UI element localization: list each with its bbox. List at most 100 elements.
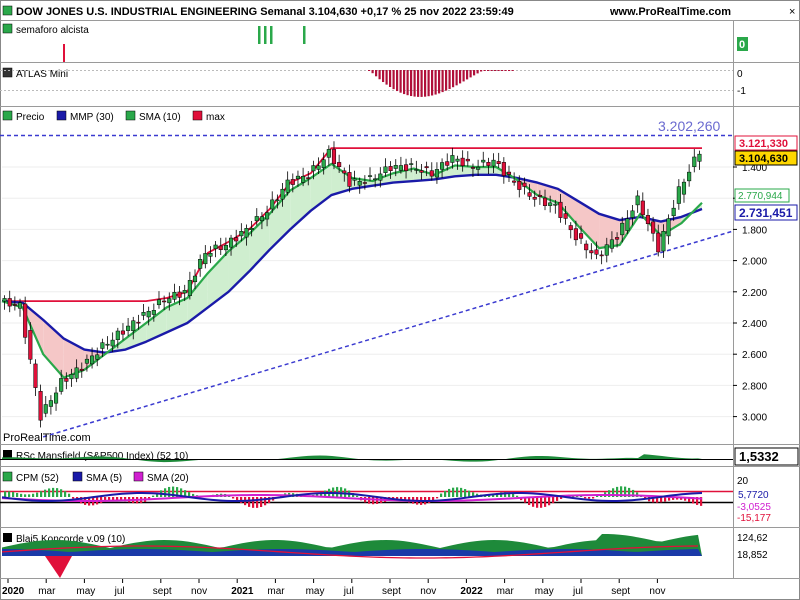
- atlas-bar: [441, 70, 444, 93]
- candle: [295, 175, 301, 180]
- price-y-tick: 2.800: [742, 381, 767, 392]
- candle: [496, 161, 501, 165]
- legend-precio[interactable]: Precio: [16, 112, 45, 123]
- candle: [609, 239, 614, 249]
- price-y-tick: 1.800: [742, 225, 767, 236]
- candle: [445, 161, 450, 166]
- candle: [573, 228, 578, 241]
- atlas-bar: [483, 70, 486, 71]
- candle: [141, 312, 146, 316]
- semaforo-bar-red: [63, 44, 65, 62]
- cpm-sma5-value: 5,7720: [738, 490, 769, 501]
- candle: [2, 298, 7, 302]
- atlas-bar: [406, 70, 409, 96]
- candle: [563, 213, 568, 219]
- cpm-bar: [664, 497, 667, 502]
- cpm-bar: [28, 494, 31, 497]
- atlas-bar: [445, 70, 448, 91]
- legend-max[interactable]: max: [206, 112, 225, 123]
- candle: [671, 207, 676, 217]
- candle: [604, 244, 609, 256]
- candle: [84, 358, 89, 364]
- candle: [53, 392, 59, 404]
- candle: [100, 342, 105, 349]
- candle: [203, 253, 208, 265]
- window-close-icon[interactable]: ×: [789, 6, 795, 18]
- atlas-bar: [378, 70, 381, 80]
- legend-mmp[interactable]: MMP (30): [70, 112, 114, 123]
- candle: [17, 302, 23, 309]
- atlas-bar: [368, 70, 371, 71]
- atlas-bar: [448, 70, 451, 89]
- candle: [182, 290, 187, 294]
- cpm-bar: [548, 497, 551, 506]
- candle: [548, 202, 553, 206]
- atlas-bar: [480, 70, 483, 72]
- candle: [615, 237, 620, 240]
- x-tick-label: nov: [191, 586, 207, 597]
- candle: [656, 232, 661, 253]
- candle: [589, 250, 594, 254]
- instrument-icon: [2, 5, 13, 16]
- atlas-bar: [403, 70, 406, 95]
- cpm-sma5-label[interactable]: SMA (5): [86, 473, 122, 484]
- cpm-bar: [540, 497, 543, 508]
- cpm-bar: [16, 492, 19, 497]
- x-tick-label: jul: [572, 586, 583, 597]
- candle: [378, 173, 383, 181]
- price-y-tick: 2.400: [742, 319, 767, 330]
- x-tick-label: mar: [267, 586, 285, 597]
- candle: [403, 164, 409, 171]
- cpm-bar: [56, 488, 59, 497]
- candle: [187, 280, 192, 296]
- last-price-value: 3.104,630: [739, 153, 788, 165]
- cpm-sma20-label[interactable]: SMA (20): [147, 473, 189, 484]
- atlas-bar: [385, 70, 388, 85]
- x-tick-label: sept: [611, 586, 630, 597]
- atlas-bar: [473, 70, 476, 76]
- semaforo-bar: [258, 26, 261, 44]
- candle: [476, 166, 481, 170]
- atlas-bar: [497, 70, 500, 71]
- x-tick-label: mar: [497, 586, 515, 597]
- candle: [630, 210, 635, 218]
- candle: [393, 165, 398, 169]
- candle: [249, 227, 254, 230]
- chart-canvas[interactable]: DOW JONES U.S. INDUSTRIAL ENGINEERING Se…: [0, 0, 800, 600]
- semaforo-label[interactable]: semaforo alcista: [16, 25, 89, 36]
- candle: [306, 177, 311, 179]
- candle: [12, 304, 17, 306]
- header-website[interactable]: www.ProRealTime.com: [609, 6, 731, 18]
- candle: [7, 298, 12, 307]
- atlas-bar: [508, 70, 511, 71]
- cpm-label[interactable]: CPM (52): [16, 473, 59, 484]
- candle: [419, 170, 424, 173]
- candle: [48, 400, 53, 407]
- cpm-bar: [448, 488, 451, 497]
- candle: [218, 245, 223, 250]
- atlas-bar: [494, 70, 497, 71]
- candle: [69, 374, 74, 380]
- cpm-bar: [24, 494, 27, 497]
- candle: [311, 165, 316, 172]
- cpm-bar: [252, 497, 255, 508]
- cpm-tick: 20: [737, 476, 749, 487]
- candle: [645, 215, 651, 225]
- candle: [95, 354, 100, 360]
- candle: [383, 166, 388, 173]
- candle: [131, 320, 136, 332]
- candle: [280, 188, 285, 200]
- mmp-legend-icon: [56, 110, 67, 121]
- atlas-tick: -1: [737, 86, 746, 97]
- candle: [326, 149, 331, 158]
- legend-sma[interactable]: SMA (10): [139, 112, 181, 123]
- candle: [625, 218, 630, 231]
- candle: [151, 310, 156, 315]
- sma-legend-icon: [125, 110, 136, 121]
- cpm-bar: [372, 497, 375, 505]
- candle: [692, 156, 697, 167]
- candle: [455, 158, 460, 162]
- candle: [43, 404, 48, 414]
- candle: [90, 355, 95, 365]
- cpm-sma5-legend-icon: [72, 471, 83, 482]
